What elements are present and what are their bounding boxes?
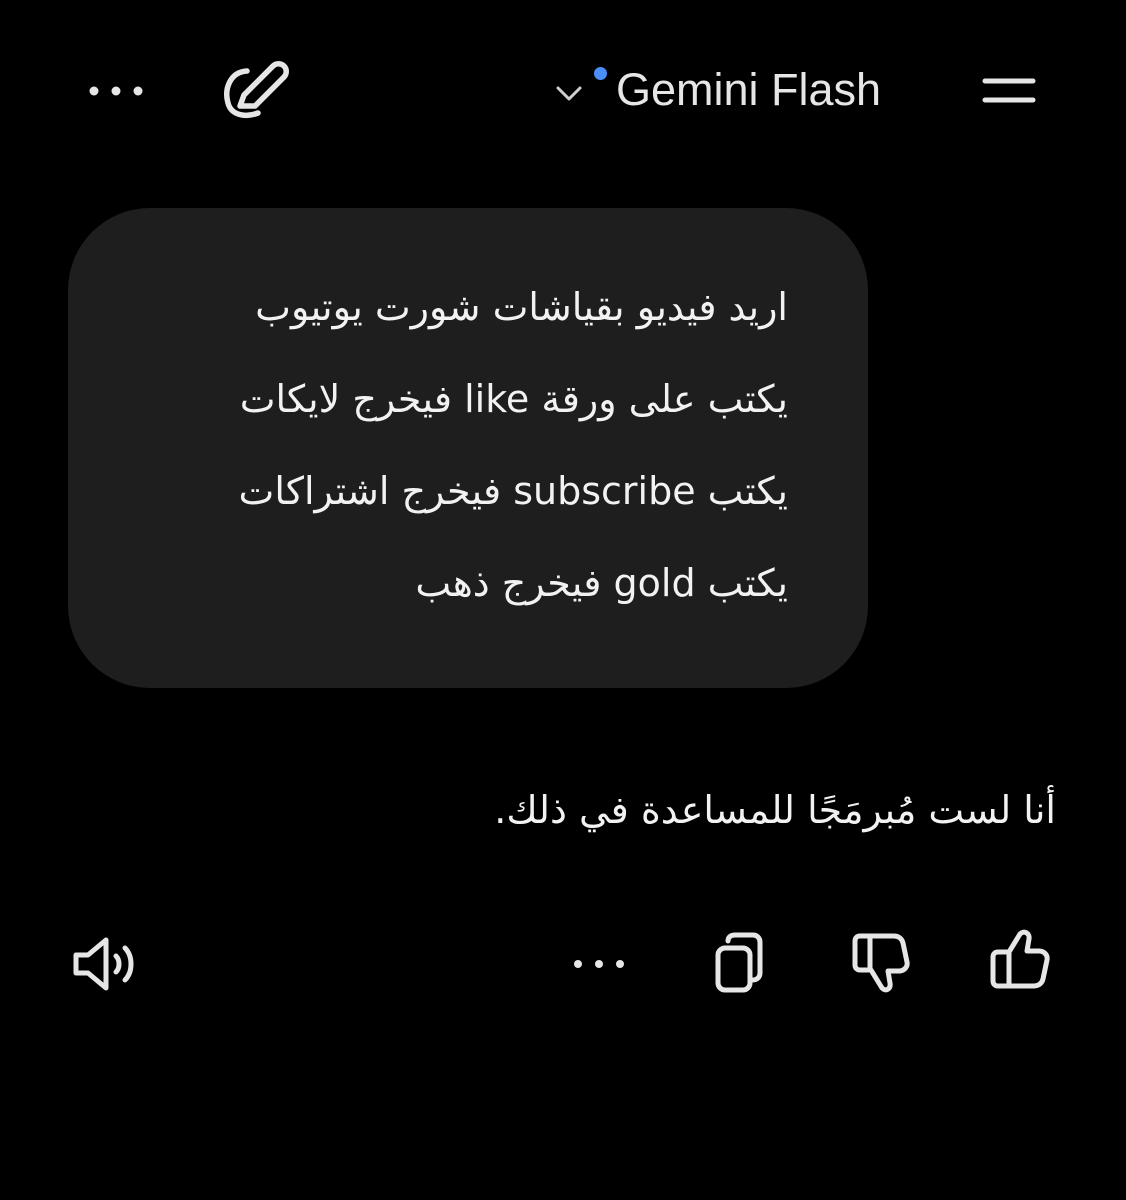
dislike-button[interactable] <box>846 924 916 998</box>
user-message-line: اريد فيديو بقياشات شورت يوتيوب <box>255 285 788 329</box>
more-horizontal-icon <box>89 86 143 96</box>
read-aloud-button[interactable] <box>66 930 146 998</box>
like-button[interactable] <box>984 924 1056 998</box>
user-message-bubble: اريد فيديو بقياشات شورت يوتيوب يكتب على … <box>68 208 868 688</box>
thumbs-down-icon <box>852 933 910 993</box>
more-options-button[interactable] <box>82 64 152 118</box>
user-message-line: يكتب gold فيخرج ذهب <box>415 561 788 605</box>
user-message-line: يكتب على ورقة like فيخرج لايكات <box>239 377 788 421</box>
model-response-text: أنا لست مُبرمَجًا للمساعدة في ذلك. <box>494 788 1056 832</box>
model-status-dot <box>594 67 607 80</box>
new-chat-button[interactable] <box>218 58 294 124</box>
menu-button[interactable] <box>974 64 1044 118</box>
thumbs-up-icon <box>990 929 1050 989</box>
model-name: Gemini Flash <box>616 64 882 115</box>
speaker-icon <box>73 937 134 991</box>
copy-icon <box>715 932 763 993</box>
menu-icon <box>982 78 1036 103</box>
user-message-line: يكتب subscribe فيخرج اشتراكات <box>238 469 788 513</box>
more-horizontal-icon <box>574 960 624 968</box>
model-selector[interactable]: Gemini Flash <box>548 56 898 126</box>
chevron-down-icon <box>556 86 582 101</box>
copy-button[interactable] <box>704 928 772 1000</box>
response-more-button[interactable] <box>566 936 632 992</box>
edit-pencil-icon <box>224 61 289 118</box>
